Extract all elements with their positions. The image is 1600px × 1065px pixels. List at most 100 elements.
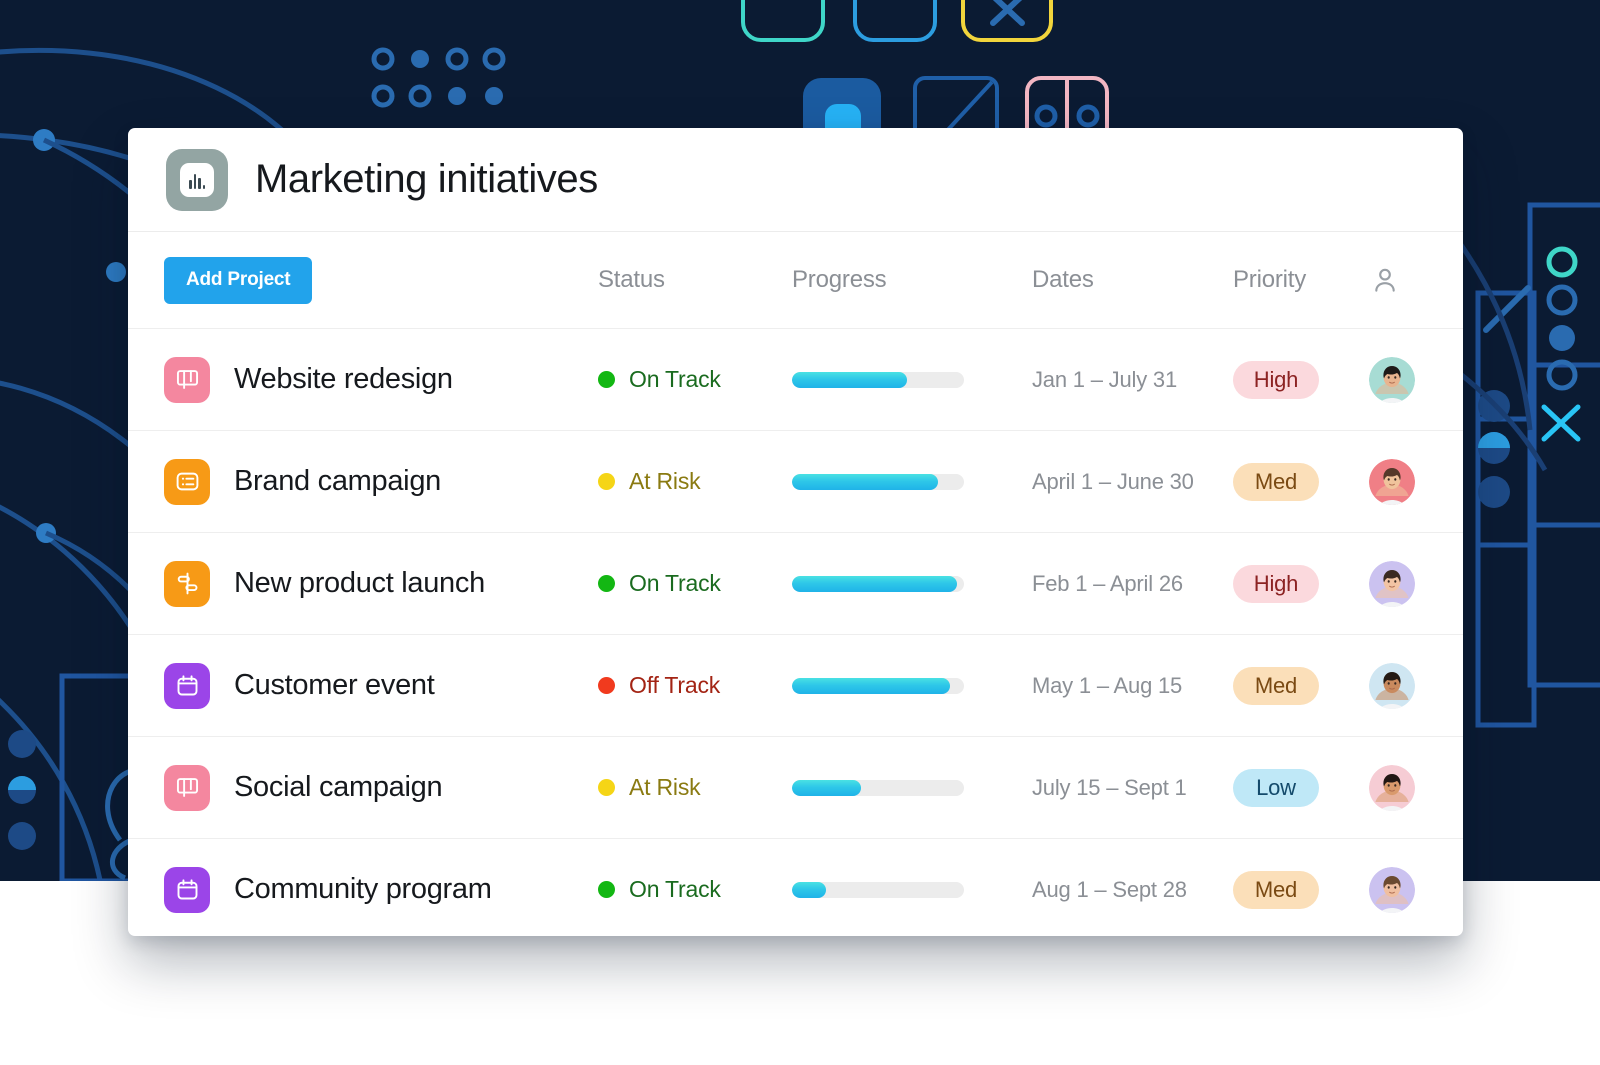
project-name-cell: Social campaign [164, 764, 598, 811]
status-label: On Track [629, 366, 721, 392]
page-title: Marketing initiatives [255, 157, 598, 201]
progress-bar-fill [792, 371, 908, 388]
status-cell[interactable]: On Track [598, 570, 792, 597]
progress-bar-fill [792, 881, 827, 898]
board-icon [176, 370, 198, 389]
project-name-label: Customer event [234, 669, 435, 701]
bar-chart-glyph [189, 173, 205, 189]
priority-cell[interactable]: Med [1233, 870, 1369, 909]
timeline-icon[interactable] [164, 560, 210, 607]
priority-badge: High [1233, 564, 1319, 603]
progress-cell[interactable] [792, 371, 1032, 388]
project-name-label: Social campaign [234, 771, 443, 803]
table-header-row: Add Project Status Progress Dates Priori… [128, 232, 1463, 328]
priority-cell[interactable]: Low [1233, 768, 1369, 807]
status-label: Off Track [629, 672, 721, 698]
avatar[interactable] [1369, 560, 1415, 607]
progress-bar-fill [792, 575, 958, 592]
project-name-cell: New product launch [164, 560, 598, 607]
dates-cell[interactable]: May 1 – Aug 15 [1032, 673, 1233, 699]
dates-label: April 1 – June 30 [1032, 468, 1194, 494]
project-name-cell: Brand campaign [164, 458, 598, 505]
table-row[interactable]: Website redesign On Track Jan 1 – July 31 H… [128, 328, 1463, 430]
list-icon [176, 472, 198, 491]
status-label: On Track [629, 876, 721, 902]
board-icon[interactable] [164, 356, 210, 403]
priority-cell[interactable]: Med [1233, 666, 1369, 705]
owner-cell[interactable] [1369, 356, 1463, 403]
status-cell[interactable]: On Track [598, 366, 792, 393]
dates-label: July 15 – Sept 1 [1032, 774, 1187, 800]
progress-cell[interactable] [792, 677, 1032, 694]
column-header-owner[interactable] [1369, 264, 1463, 296]
add-project-button[interactable]: Add Project [164, 256, 313, 304]
progress-bar-track [792, 473, 964, 490]
progress-cell[interactable] [792, 881, 1032, 898]
status-label: At Risk [629, 774, 701, 800]
progress-bar-track [792, 677, 964, 694]
status-dot-icon [598, 371, 615, 388]
owner-cell[interactable] [1369, 764, 1463, 811]
column-header-status[interactable]: Status [598, 266, 792, 294]
avatar[interactable] [1369, 458, 1415, 505]
dates-cell[interactable]: Aug 1 – Sept 28 [1032, 877, 1233, 903]
status-dot-icon [598, 779, 615, 796]
column-header-priority[interactable]: Priority [1233, 266, 1369, 294]
timeline-icon [177, 572, 197, 595]
dates-cell[interactable]: July 15 – Sept 1 [1032, 775, 1233, 801]
priority-cell[interactable]: Med [1233, 462, 1369, 501]
status-dot-icon [598, 575, 615, 592]
progress-bar-fill [792, 473, 939, 490]
avatar-photo [1369, 662, 1415, 709]
avatar-photo [1369, 764, 1415, 811]
status-dot-icon [598, 881, 615, 898]
status-cell[interactable]: At Risk [598, 468, 792, 495]
dates-label: Aug 1 – Sept 28 [1032, 876, 1187, 902]
project-name-label: Brand campaign [234, 465, 441, 497]
bar-chart-icon [166, 148, 228, 211]
progress-cell[interactable] [792, 779, 1032, 796]
table-row[interactable]: Community program On Track Aug 1 – Sept 28… [128, 838, 1463, 936]
avatar-photo [1369, 866, 1415, 913]
table-header-name-cell: Add Project [164, 256, 598, 304]
project-card: Marketing initiatives Add Project Status… [128, 128, 1463, 936]
calendar-icon[interactable] [164, 662, 210, 709]
owner-cell[interactable] [1369, 560, 1463, 607]
status-cell[interactable]: Off Track [598, 672, 792, 699]
calendar-icon[interactable] [164, 866, 210, 913]
table-row[interactable]: Brand campaign At Risk April 1 – June 30 Me… [128, 430, 1463, 532]
dates-cell[interactable]: Jan 1 – July 31 [1032, 367, 1233, 393]
table-row[interactable]: New product launch On Track Feb 1 – April … [128, 532, 1463, 634]
progress-bar-track [792, 881, 964, 898]
progress-cell[interactable] [792, 575, 1032, 592]
status-cell[interactable]: On Track [598, 876, 792, 903]
bar-chart-icon-inner [180, 162, 214, 197]
screenshot-root: Marketing initiatives Add Project Status… [0, 0, 1600, 1065]
list-icon[interactable] [164, 458, 210, 505]
progress-cell[interactable] [792, 473, 1032, 490]
priority-badge: Med [1233, 666, 1319, 705]
dates-cell[interactable]: Feb 1 – April 26 [1032, 571, 1233, 597]
table-row[interactable]: Customer event Off Track May 1 – Aug 15 Med [128, 634, 1463, 736]
avatar[interactable] [1369, 356, 1415, 403]
column-header-progress[interactable]: Progress [792, 266, 1032, 294]
project-name-cell: Customer event [164, 662, 598, 709]
board-icon[interactable] [164, 764, 210, 811]
avatar[interactable] [1369, 764, 1415, 811]
dates-cell[interactable]: April 1 – June 30 [1032, 469, 1233, 495]
priority-cell[interactable]: High [1233, 360, 1369, 399]
dates-label: Jan 1 – July 31 [1032, 366, 1177, 392]
avatar[interactable] [1369, 662, 1415, 709]
status-cell[interactable]: At Risk [598, 774, 792, 801]
owner-cell[interactable] [1369, 458, 1463, 505]
table-row[interactable]: Social campaign At Risk July 15 – Sept 1 Lo… [128, 736, 1463, 838]
owner-cell[interactable] [1369, 662, 1463, 709]
priority-cell[interactable]: High [1233, 564, 1369, 603]
avatar[interactable] [1369, 866, 1415, 913]
status-label: On Track [629, 570, 721, 596]
owner-cell[interactable] [1369, 866, 1463, 913]
progress-bar-track [792, 575, 964, 592]
column-header-dates[interactable]: Dates [1032, 266, 1233, 294]
project-rows: Website redesign On Track Jan 1 – July 31 H… [128, 328, 1463, 936]
avatar-photo [1369, 458, 1415, 505]
